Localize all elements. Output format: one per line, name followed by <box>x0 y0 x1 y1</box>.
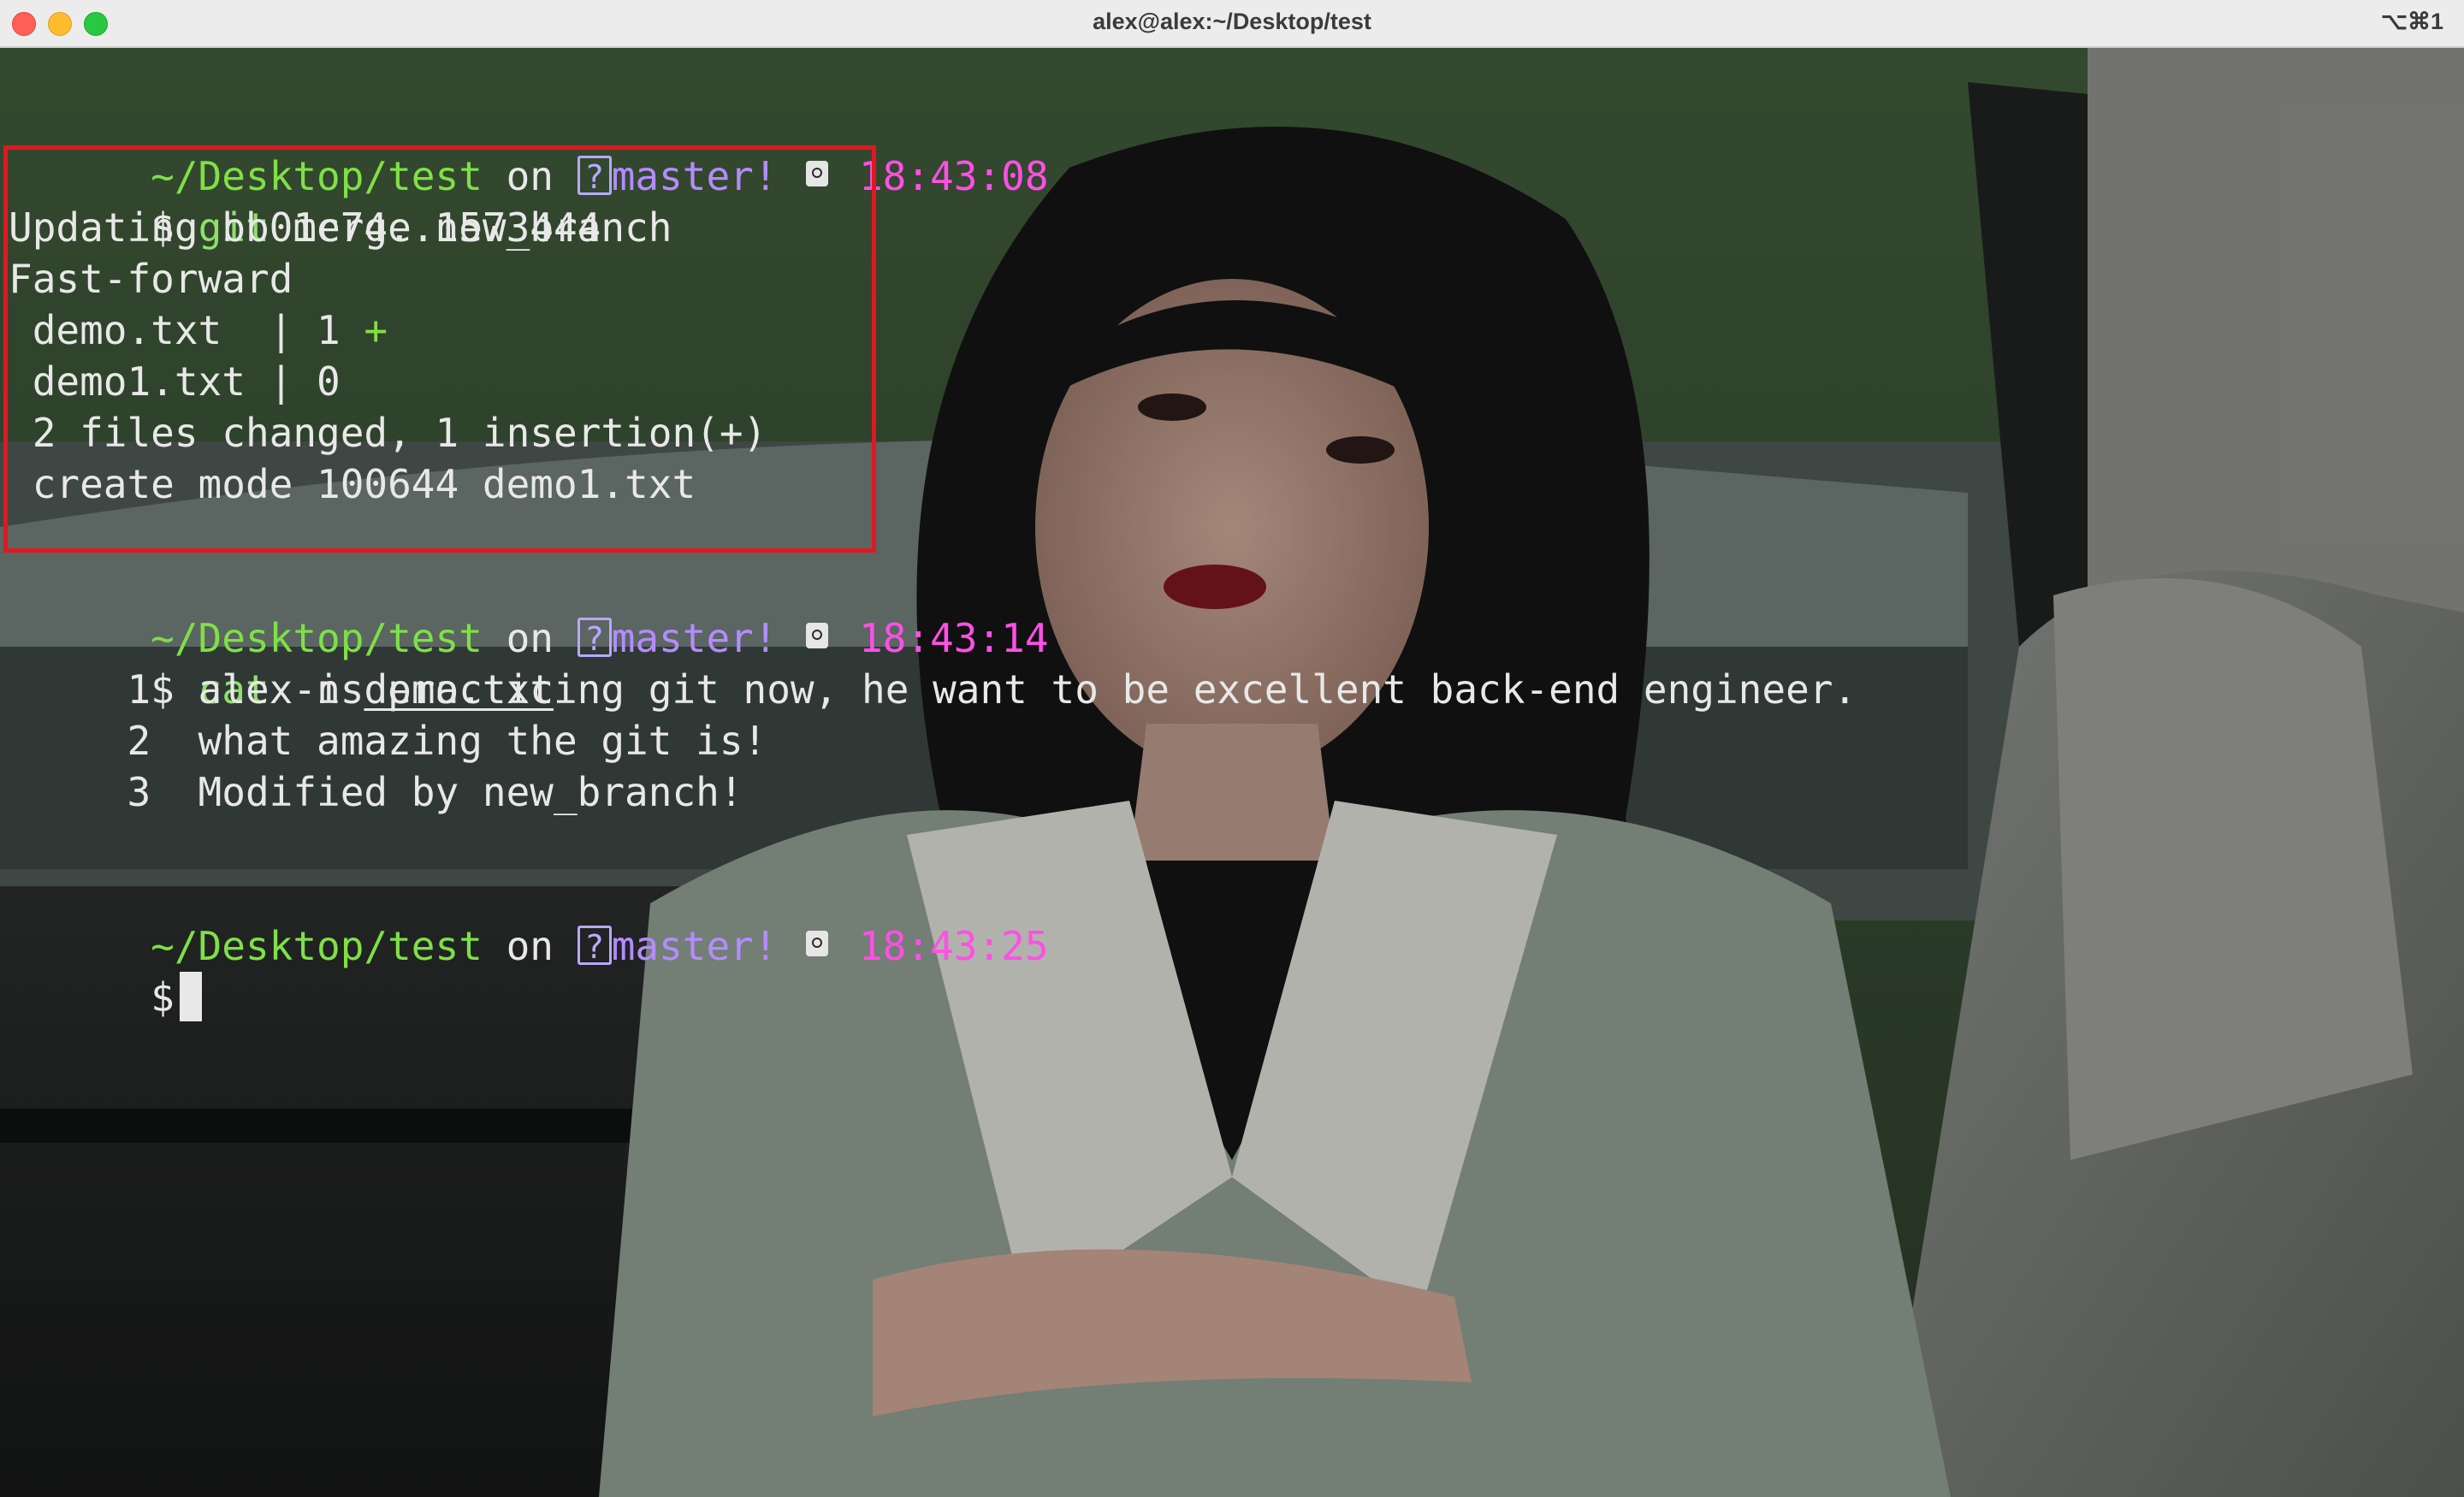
prompt-branch: master! <box>611 923 778 969</box>
prompt-time: 18:43:14 <box>858 615 1049 661</box>
clock-icon <box>806 623 829 648</box>
prompt-line: ~/Desktop/test on ? master! 18:43:14 <box>9 561 1048 661</box>
cat-output-line: 2 what amazing the git is! <box>9 718 767 764</box>
text-cursor[interactable] <box>179 972 202 1021</box>
prompt-line: ~/Desktop/test on ? master! 18:43:08 <box>9 99 1048 199</box>
title-bar[interactable]: alex@alex:~/Desktop/test ⌥⌘1 <box>0 0 2464 48</box>
prompt-time: 18:43:25 <box>858 923 1049 969</box>
terminal-window: alex@alex:~/Desktop/test ⌥⌘1 ~/Desktop/t… <box>0 0 2464 1497</box>
prompt-on: on <box>506 923 554 969</box>
command-line: $ cat -n demo.txt <box>9 612 554 713</box>
prompt-branch: master! <box>611 615 778 661</box>
prompt-time: 18:43:08 <box>858 153 1049 199</box>
clock-icon <box>806 931 829 956</box>
cat-output-line: 1 alex is practicing git now, he want to… <box>9 666 1857 713</box>
cat-output-line: 3 Modified by new_branch! <box>9 769 743 815</box>
window-title: alex@alex:~/Desktop/test <box>1093 9 1371 34</box>
highlight-box <box>3 145 876 553</box>
dollar-sign: $ <box>151 974 175 1021</box>
question-box-icon: ? <box>577 926 612 966</box>
input-line[interactable]: $ <box>9 920 202 1021</box>
question-box-icon: ? <box>577 618 612 658</box>
prompt-line: ~/Desktop/test on ? master! 18:43:25 <box>9 869 1048 969</box>
window-shortcut: ⌥⌘1 <box>2380 9 2443 34</box>
